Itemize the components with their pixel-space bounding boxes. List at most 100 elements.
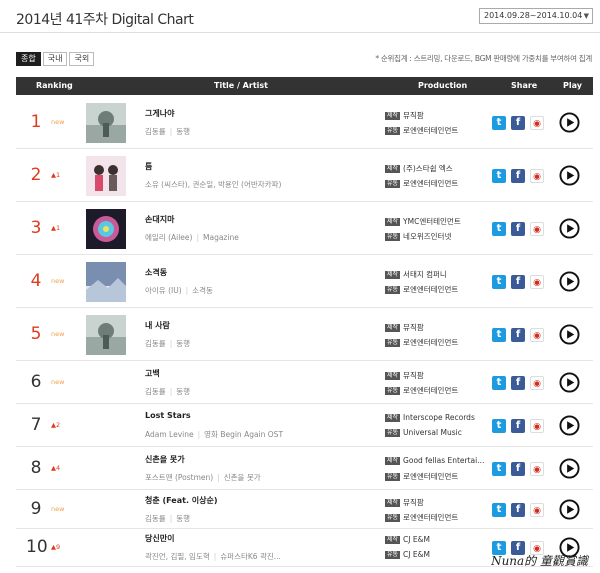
album-name[interactable]: 동행: [176, 339, 190, 348]
production-dist: 유통 네오위즈인터넷: [385, 231, 451, 242]
facebook-icon[interactable]: f: [511, 502, 525, 517]
song-title[interactable]: 신촌을 못가: [145, 454, 185, 465]
dist-label: 유통: [385, 551, 401, 559]
weibo-icon[interactable]: ◉: [530, 418, 544, 433]
play-icon[interactable]: [559, 371, 580, 393]
weibo-icon[interactable]: ◉: [530, 327, 544, 342]
table-row: 6 new 고백 김동률 | 동행 제작 뮤직팜 유통 로엔엔터테인먼트 t f ◉: [16, 361, 593, 404]
production-make: 제작 뮤직팜: [385, 110, 424, 121]
chart-tabs: 종합 국내 국외: [16, 52, 96, 66]
twitter-icon[interactable]: t: [492, 168, 506, 183]
make-company: 서태지 컴퍼니: [403, 269, 447, 279]
twitter-icon[interactable]: t: [492, 221, 506, 236]
twitter-icon[interactable]: t: [492, 327, 506, 342]
production-make: 제작 뮤직팜: [385, 497, 424, 508]
weibo-icon[interactable]: ◉: [530, 221, 544, 236]
page-title: 2014년 41주차 Digital Chart: [16, 12, 194, 28]
dist-label: 유통: [385, 513, 401, 522]
play-icon[interactable]: [559, 111, 580, 133]
weibo-icon[interactable]: ◉: [530, 115, 544, 130]
table-row: 3 ▲1 손대지마 에일리 (Ailee) | Magazine 제작 YMC엔터테인먼트…: [16, 202, 593, 255]
weibo-icon[interactable]: ◉: [530, 375, 544, 390]
facebook-icon[interactable]: f: [511, 168, 525, 183]
artist-name[interactable]: 곽진언, 김필, 임도혁: [145, 552, 210, 561]
production-dist: 유통 로엔엔터테인먼트: [385, 385, 458, 396]
song-title[interactable]: 당신만이: [145, 533, 174, 544]
twitter-icon[interactable]: t: [492, 461, 506, 476]
play-icon[interactable]: [559, 414, 580, 436]
weibo-icon[interactable]: ◉: [530, 502, 544, 517]
dist-company: 로엔엔터테인먼트: [403, 471, 459, 481]
dist-company: 로엔엔터테인먼트: [403, 512, 459, 522]
song-title[interactable]: 청춘 (Feat. 이상순): [145, 495, 218, 506]
production-dist: 유통 Universal Music: [385, 428, 462, 437]
album-name[interactable]: 동행: [176, 387, 190, 396]
dist-label: 유통: [385, 232, 401, 241]
album-cover[interactable]: [86, 155, 126, 196]
tab-international[interactable]: 국외: [69, 52, 95, 66]
play-icon[interactable]: [559, 457, 580, 479]
twitter-icon[interactable]: t: [492, 502, 506, 517]
album-cover[interactable]: [86, 261, 126, 302]
make-company: 뮤직팜: [403, 110, 424, 120]
weibo-icon[interactable]: ◉: [530, 274, 544, 289]
song-title[interactable]: 고백: [145, 368, 160, 379]
weibo-icon[interactable]: ◉: [530, 461, 544, 476]
album-name[interactable]: Magazine: [203, 233, 239, 242]
artist-name[interactable]: 김동률: [145, 387, 166, 396]
facebook-icon[interactable]: f: [511, 221, 525, 236]
facebook-icon[interactable]: f: [511, 115, 525, 130]
song-title[interactable]: 소격동: [145, 267, 167, 278]
artist-name[interactable]: 에일리 (Ailee): [145, 233, 192, 242]
album-name[interactable]: 동행: [176, 127, 190, 136]
production-dist: 유통 로엔엔터테인먼트: [385, 337, 458, 348]
play-icon[interactable]: [559, 270, 580, 292]
album-cover[interactable]: [86, 102, 126, 143]
artist-name[interactable]: 김동률: [145, 127, 166, 136]
artist-name[interactable]: 김동률: [145, 514, 166, 523]
play-icon[interactable]: [559, 217, 580, 239]
song-title[interactable]: 내 사람: [145, 320, 170, 331]
facebook-icon[interactable]: f: [511, 274, 525, 289]
artist-name[interactable]: 소유 (씨스타), 권순일, 박용인 (어반자카파): [145, 180, 281, 189]
album-name[interactable]: 슈퍼스타K6 곽진...: [220, 552, 281, 561]
song-title[interactable]: 손대지마: [145, 214, 174, 225]
song-title[interactable]: 틈: [145, 161, 152, 172]
rank-number: 2: [30, 164, 42, 185]
song-artist: Adam Levine | 영화 Begin Again OST: [145, 429, 284, 439]
period-select[interactable]: 2014.09.28~2014.10.04 ▼: [479, 8, 593, 24]
artist-name[interactable]: 김동률: [145, 339, 166, 348]
dist-label: 유통: [385, 472, 401, 481]
facebook-icon[interactable]: f: [511, 375, 525, 390]
production-make: 제작 서태지 컴퍼니: [385, 269, 447, 280]
album-name[interactable]: 영화 Begin Again OST: [204, 430, 283, 439]
album-name[interactable]: 동행: [176, 514, 190, 523]
tab-domestic[interactable]: 국내: [42, 52, 68, 66]
song-title[interactable]: Lost Stars: [145, 411, 191, 420]
divider: [0, 32, 600, 33]
facebook-icon[interactable]: f: [511, 327, 525, 342]
album-name[interactable]: 소격동: [192, 286, 213, 295]
artist-name[interactable]: Adam Levine: [145, 430, 194, 439]
weibo-icon[interactable]: ◉: [530, 168, 544, 183]
twitter-icon[interactable]: t: [492, 274, 506, 289]
table-row: 2 ▲1 틈 소유 (씨스타), 권순일, 박용인 (어반자카파) 제작 (주)스타쉽…: [16, 149, 593, 202]
production-dist: 유통 로엔엔터테인먼트: [385, 178, 458, 189]
make-label: 제작: [385, 111, 401, 120]
facebook-icon[interactable]: f: [511, 418, 525, 433]
play-icon[interactable]: [559, 164, 580, 186]
song-artist: 곽진언, 김필, 임도혁 | 슈퍼스타K6 곽진...: [145, 552, 281, 561]
twitter-icon[interactable]: t: [492, 115, 506, 130]
artist-name[interactable]: 아이유 (IU): [145, 286, 182, 295]
facebook-icon[interactable]: f: [511, 461, 525, 476]
song-title[interactable]: 그게나야: [145, 108, 174, 119]
artist-name[interactable]: 포스트맨 (Postmen): [145, 473, 213, 482]
tab-all[interactable]: 종합: [16, 52, 41, 66]
album-cover[interactable]: [86, 208, 126, 249]
play-icon[interactable]: [559, 498, 580, 520]
album-name[interactable]: 신촌을 못가: [224, 473, 261, 482]
twitter-icon[interactable]: t: [492, 418, 506, 433]
album-cover[interactable]: [86, 314, 126, 355]
twitter-icon[interactable]: t: [492, 375, 506, 390]
play-icon[interactable]: [559, 323, 580, 345]
